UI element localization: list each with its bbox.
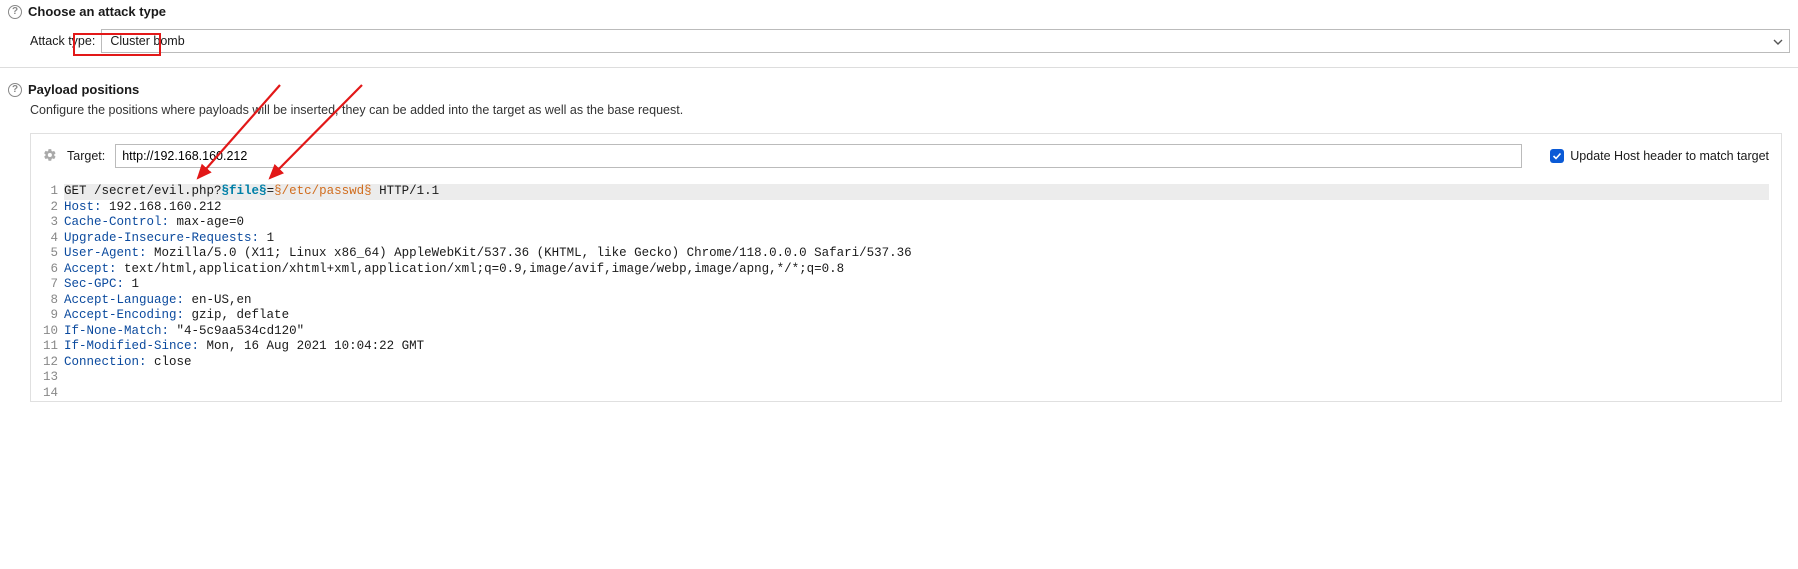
target-input[interactable] xyxy=(115,144,1522,168)
code-line[interactable]: Cache-Control: max-age=0 xyxy=(64,215,1769,231)
section-title-positions: Payload positions xyxy=(28,82,139,97)
code-line[interactable]: Upgrade-Insecure-Requests: 1 xyxy=(64,231,1769,247)
checkbox-checked-icon xyxy=(1550,149,1564,163)
help-icon[interactable]: ? xyxy=(8,5,22,19)
code-line[interactable] xyxy=(64,370,1769,386)
code-line[interactable]: GET /secret/evil.php?§file§=§/etc/passwd… xyxy=(64,184,1769,200)
code-line[interactable]: Connection: close xyxy=(64,355,1769,371)
code-line[interactable]: If-None-Match: "4-5c9aa534cd120" xyxy=(64,324,1769,340)
code-line[interactable]: Sec-GPC: 1 xyxy=(64,277,1769,293)
request-editor[interactable]: 1234567891011121314 GET /secret/evil.php… xyxy=(43,184,1769,401)
annotation-red-box xyxy=(73,33,161,56)
line-gutter: 1234567891011121314 xyxy=(43,184,64,401)
update-host-checkbox[interactable]: Update Host header to match target xyxy=(1550,149,1769,163)
code-line[interactable] xyxy=(64,386,1769,402)
code-line[interactable]: Host: 192.168.160.212 xyxy=(64,200,1769,216)
target-label: Target: xyxy=(67,149,105,163)
code-line[interactable]: If-Modified-Since: Mon, 16 Aug 2021 10:0… xyxy=(64,339,1769,355)
chevron-down-icon xyxy=(1773,34,1783,48)
code-line[interactable]: User-Agent: Mozilla/5.0 (X11; Linux x86_… xyxy=(64,246,1769,262)
help-icon[interactable]: ? xyxy=(8,83,22,97)
code-line[interactable]: Accept-Language: en-US,en xyxy=(64,293,1769,309)
code-line[interactable]: Accept-Encoding: gzip, deflate xyxy=(64,308,1769,324)
positions-description: Configure the positions where payloads w… xyxy=(8,103,1790,117)
attack-type-select[interactable]: Cluster bomb xyxy=(101,29,1790,53)
code-line[interactable]: Accept: text/html,application/xhtml+xml,… xyxy=(64,262,1769,278)
section-title-attack-type: Choose an attack type xyxy=(28,4,166,19)
request-body[interactable]: GET /secret/evil.php?§file§=§/etc/passwd… xyxy=(64,184,1769,401)
gear-icon[interactable] xyxy=(43,148,57,165)
update-host-label: Update Host header to match target xyxy=(1570,149,1769,163)
